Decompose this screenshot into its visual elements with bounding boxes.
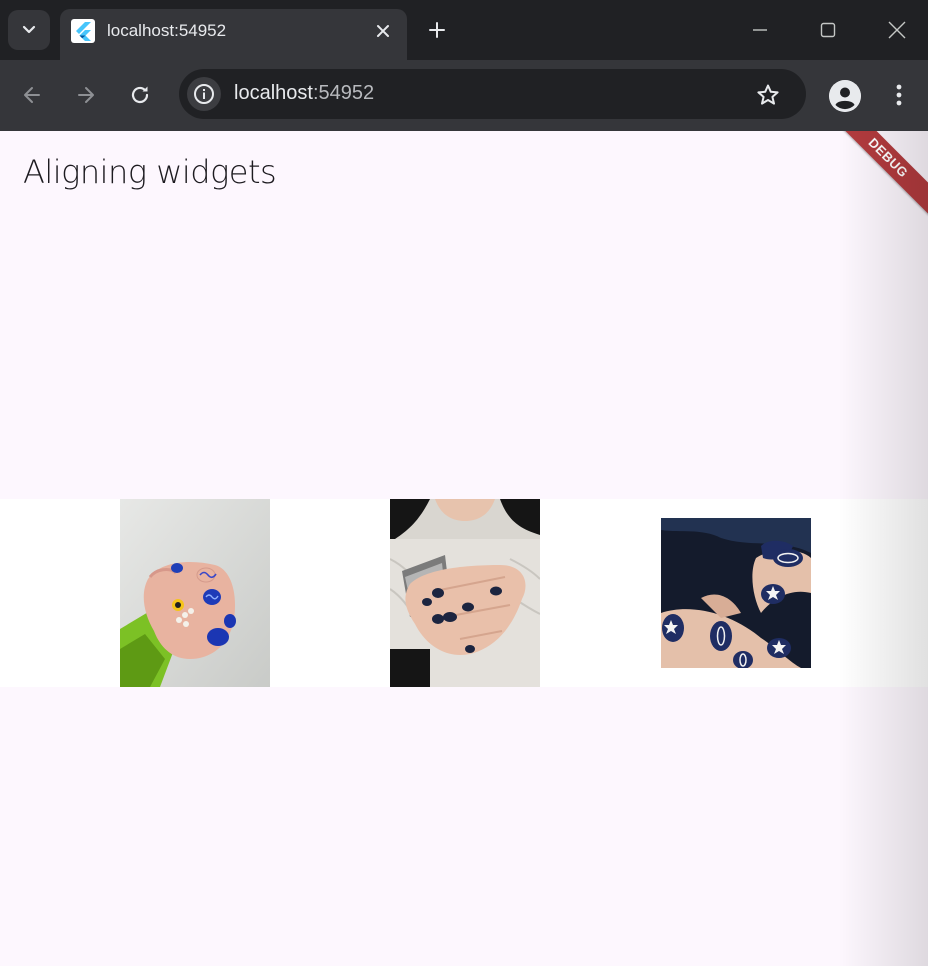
debug-banner: DEBUG [830, 131, 928, 216]
site-info-button[interactable] [187, 77, 221, 111]
back-arrow-icon [24, 87, 40, 103]
reload-icon [131, 86, 149, 104]
browser-toolbar: localhost:54952 [0, 60, 928, 131]
back-button[interactable] [14, 77, 50, 113]
maximize-icon [820, 22, 836, 38]
url-port: :54952 [312, 82, 375, 104]
profile-button[interactable] [829, 80, 861, 112]
tab-title: localhost:54952 [107, 21, 227, 40]
url-text: localhost:54952 [234, 82, 374, 105]
close-window-icon [888, 21, 906, 39]
close-icon [377, 25, 389, 37]
more-menu-button[interactable] [883, 77, 915, 113]
bookmark-button[interactable] [754, 81, 782, 109]
minimize-button[interactable] [742, 12, 778, 48]
info-icon [194, 84, 214, 104]
tab-strip: localhost:54952 [0, 0, 928, 60]
browser-tab[interactable]: localhost:54952 [60, 9, 407, 60]
app-bar-title: Aligning widgets [23, 153, 277, 191]
forward-button[interactable] [68, 77, 104, 113]
tab-search-button[interactable] [8, 10, 50, 50]
profile-icon [829, 80, 861, 112]
flutter-icon [71, 19, 95, 43]
tab-search-icon [22, 25, 36, 34]
new-tab-button[interactable] [422, 15, 452, 45]
image-row [0, 499, 928, 687]
star-icon [757, 84, 779, 105]
more-vert-icon [896, 84, 902, 106]
nails-star-art-image [661, 518, 811, 668]
reload-button[interactable] [122, 77, 158, 113]
nails-holding-phone-image [390, 499, 540, 687]
tab-close-button[interactable] [372, 20, 394, 42]
nails-green-sleeve-image [120, 499, 270, 687]
close-window-button[interactable] [879, 12, 915, 48]
app-viewport: Aligning widgets DEBUG [0, 131, 928, 966]
forward-arrow-icon [78, 87, 94, 103]
minimize-icon [753, 29, 767, 31]
address-bar[interactable]: localhost:54952 [179, 69, 806, 119]
url-host: localhost [234, 82, 313, 104]
plus-icon [429, 22, 445, 38]
maximize-button[interactable] [810, 12, 846, 48]
